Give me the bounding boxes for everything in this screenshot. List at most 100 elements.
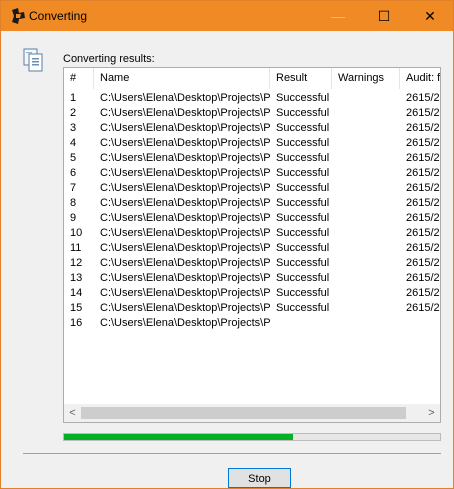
scroll-right-arrow[interactable]: > — [423, 405, 440, 422]
minimize-button[interactable]: — — [315, 1, 361, 31]
row-number: 12 — [70, 257, 83, 269]
table-row[interactable]: 15 C:\Users\Elena\Desktop\Projects\Pr... S… — [64, 301, 440, 316]
row-warnings — [332, 241, 400, 256]
table-row[interactable]: 7 C:\Users\Elena\Desktop\Projects\Pr... Su… — [64, 181, 440, 196]
row-warnings — [332, 271, 400, 286]
row-number: 13 — [70, 272, 83, 284]
row-audit: 2615/26 — [406, 137, 440, 149]
table-row[interactable]: 16 C:\Users\Elena\Desktop\Projects\Pr... — [64, 316, 440, 331]
row-result: Successful — [276, 197, 330, 209]
row-audit: 2615/26 — [406, 257, 440, 269]
row-number: 16 — [70, 317, 83, 329]
horizontal-scrollbar[interactable]: < > — [64, 404, 440, 422]
scrollbar-thumb[interactable] — [81, 407, 406, 419]
row-audit: 2615/26 — [406, 197, 440, 209]
column-header-audit[interactable]: Audit: f — [400, 68, 440, 89]
row-audit: 2615/26 — [406, 302, 440, 314]
row-name: C:\Users\Elena\Desktop\Projects\Pr... — [100, 317, 270, 329]
list-rows: 1 C:\Users\Elena\Desktop\Projects\Pr... Su… — [64, 91, 440, 331]
row-audit: 2615/26 — [406, 242, 440, 254]
row-result: Successful — [276, 137, 330, 149]
title-bar[interactable]: Converting — ☐ ✕ — [1, 1, 453, 31]
row-result: Successful — [276, 92, 330, 104]
row-warnings — [332, 301, 400, 316]
row-name: C:\Users\Elena\Desktop\Projects\Pr... — [100, 212, 270, 224]
row-result: Successful — [276, 212, 330, 224]
row-warnings — [332, 181, 400, 196]
table-row[interactable]: 8 C:\Users\Elena\Desktop\Projects\Pr... Su… — [64, 196, 440, 211]
row-warnings — [332, 151, 400, 166]
row-result: Successful — [276, 257, 330, 269]
row-audit: 2615/26 — [406, 212, 440, 224]
converting-window: Converting — ☐ ✕ Converting results: # N… — [0, 0, 454, 489]
row-result — [270, 316, 332, 331]
row-audit: 2615/26 — [406, 122, 440, 134]
row-result: Successful — [276, 272, 330, 284]
row-warnings — [332, 286, 400, 301]
row-number: 4 — [70, 137, 77, 149]
row-number: 1 — [70, 92, 77, 104]
maximize-button[interactable]: ☐ — [361, 1, 407, 31]
row-result: Successful — [276, 167, 330, 179]
row-audit: 2615/26 — [406, 167, 440, 179]
row-audit: 2615/26 — [406, 92, 440, 104]
row-warnings — [332, 121, 400, 136]
row-name: C:\Users\Elena\Desktop\Projects\Pr... — [100, 182, 270, 194]
results-label: Converting results: — [63, 53, 155, 65]
table-row[interactable]: 12 C:\Users\Elena\Desktop\Projects\Pr... S… — [64, 256, 440, 271]
row-warnings — [332, 166, 400, 181]
row-number: 15 — [70, 302, 83, 314]
column-header-warnings[interactable]: Warnings — [332, 68, 400, 89]
table-row[interactable]: 3 C:\Users\Elena\Desktop\Projects\Pr... Su… — [64, 121, 440, 136]
results-list[interactable]: # Name Result Warnings Audit: f 1 C:\User… — [63, 67, 441, 423]
row-name: C:\Users\Elena\Desktop\Projects\Pr... — [100, 302, 270, 314]
row-name: C:\Users\Elena\Desktop\Projects\Pr... — [100, 122, 270, 134]
table-row[interactable]: 2 C:\Users\Elena\Desktop\Projects\Pr... Su… — [64, 106, 440, 121]
row-result: Successful — [276, 182, 330, 194]
row-number: 7 — [70, 182, 77, 194]
row-number: 2 — [70, 107, 77, 119]
row-result: Successful — [276, 227, 330, 239]
row-number: 14 — [70, 287, 83, 299]
row-name: C:\Users\Elena\Desktop\Projects\Pr... — [100, 92, 270, 104]
table-row[interactable]: 6 C:\Users\Elena\Desktop\Projects\Pr... Su… — [64, 166, 440, 181]
stop-button[interactable]: Stop — [228, 468, 291, 488]
row-name: C:\Users\Elena\Desktop\Projects\Pr... — [100, 242, 270, 254]
table-row[interactable]: 13 C:\Users\Elena\Desktop\Projects\Pr... S… — [64, 271, 440, 286]
divider — [23, 453, 441, 454]
row-name: C:\Users\Elena\Desktop\Projects\Pr... — [100, 197, 270, 209]
row-audit: 2615/26 — [406, 107, 440, 119]
table-row[interactable]: 11 C:\Users\Elena\Desktop\Projects\Pr... S… — [64, 241, 440, 256]
table-row[interactable]: 1 C:\Users\Elena\Desktop\Projects\Pr... Su… — [64, 91, 440, 106]
row-audit: 2615/26 — [406, 272, 440, 284]
row-warnings — [332, 256, 400, 271]
table-row[interactable]: 4 C:\Users\Elena\Desktop\Projects\Pr... Su… — [64, 136, 440, 151]
row-audit: 2615/26 — [406, 182, 440, 194]
row-warnings — [332, 106, 400, 121]
column-header-name[interactable]: Name — [94, 68, 270, 89]
row-warnings — [332, 91, 400, 106]
column-header-result[interactable]: Result — [270, 68, 332, 89]
row-name: C:\Users\Elena\Desktop\Projects\Pr... — [100, 167, 270, 179]
table-row[interactable]: 14 C:\Users\Elena\Desktop\Projects\Pr... S… — [64, 286, 440, 301]
row-result: Successful — [276, 287, 330, 299]
row-result: Successful — [276, 107, 330, 119]
row-result: Successful — [276, 122, 330, 134]
conversion-progress-bar — [63, 433, 441, 441]
row-warnings — [332, 226, 400, 241]
table-row[interactable]: 10 C:\Users\Elena\Desktop\Projects\Pr... S… — [64, 226, 440, 241]
close-button[interactable]: ✕ — [407, 1, 453, 31]
progress-fill — [64, 434, 294, 440]
row-name: C:\Users\Elena\Desktop\Projects\Pr... — [100, 227, 270, 239]
row-audit — [400, 316, 440, 331]
row-result: Successful — [276, 152, 330, 164]
scroll-left-arrow[interactable]: < — [64, 405, 81, 422]
table-row[interactable]: 5 C:\Users\Elena\Desktop\Projects\Pr... Su… — [64, 151, 440, 166]
column-header-number[interactable]: # — [64, 68, 94, 89]
row-name: C:\Users\Elena\Desktop\Projects\Pr... — [100, 287, 270, 299]
row-warnings — [332, 196, 400, 211]
window-title: Converting — [29, 9, 88, 23]
row-number: 9 — [70, 212, 77, 224]
row-warnings — [332, 316, 400, 331]
table-row[interactable]: 9 C:\Users\Elena\Desktop\Projects\Pr... Su… — [64, 211, 440, 226]
